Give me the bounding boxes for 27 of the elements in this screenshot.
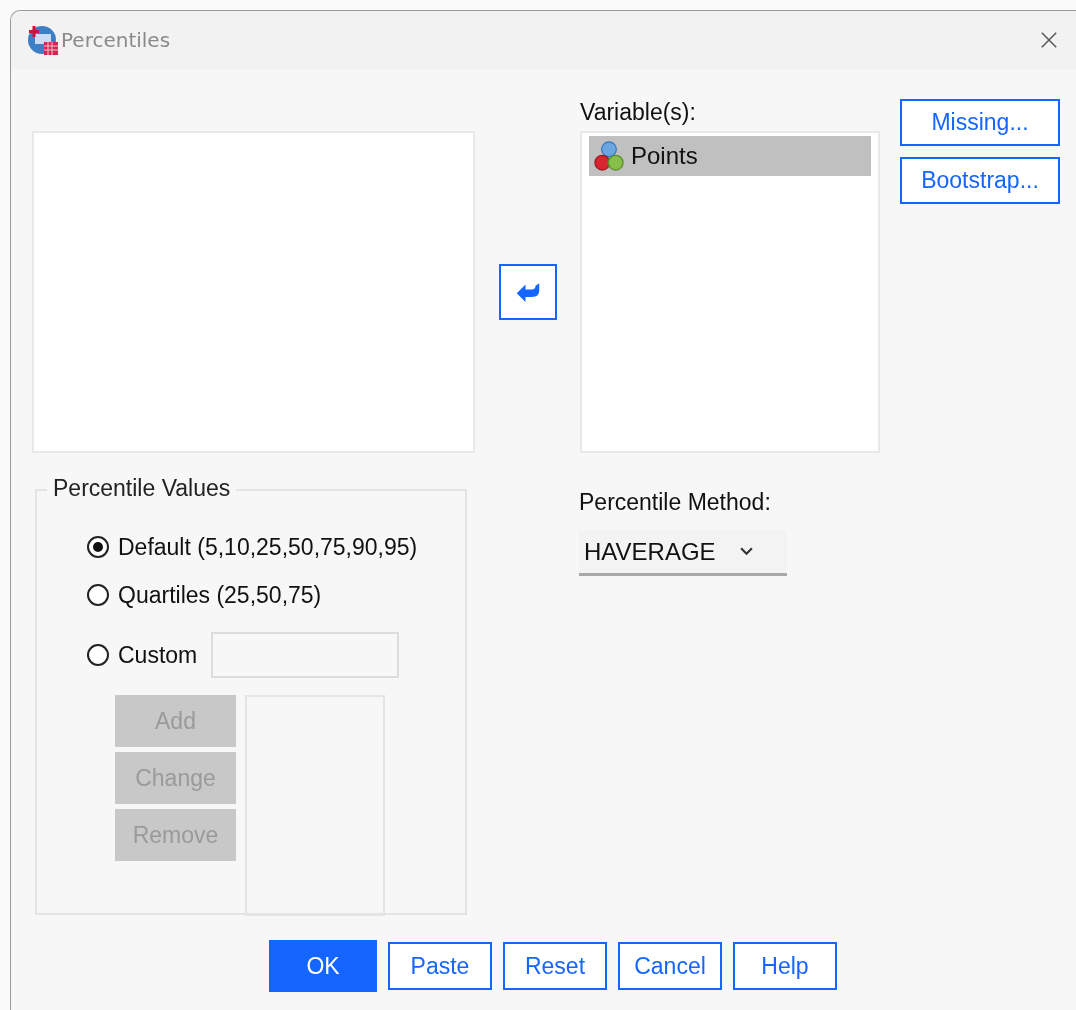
dialog-button[interactable]: Help [733,942,837,990]
caret-icon [739,547,753,556]
method-dropdown[interactable]: HAVERAGE [579,530,787,576]
custom-value-field[interactable] [211,632,400,678]
dialog-button[interactable]: Cancel [618,942,722,990]
move-variable-button[interactable] [499,264,557,320]
close-icon[interactable] [1040,31,1058,49]
method-label: Percentile Method: [579,489,772,517]
variable-item[interactable]: Points [589,136,871,176]
option-label[interactable]: Custom [118,641,198,669]
scale-variable-icon [593,140,625,172]
variables-label: Variable(s): [580,99,697,127]
variables-list[interactable]: Points [580,131,880,453]
radio-button[interactable] [87,644,109,666]
app-icon [27,24,59,56]
dialog-button[interactable]: Paste [388,942,492,990]
variable-name: Points [631,142,698,170]
dialog-button[interactable]: Missing... [900,99,1060,146]
radio-dot-icon [93,542,103,552]
radio-button[interactable] [87,584,109,606]
dialog-button[interactable]: Bootstrap... [900,157,1060,204]
radio-button[interactable] [87,536,109,558]
option-label[interactable]: Quartiles (25,50,75) [118,581,322,609]
dialog-button[interactable]: Reset [503,942,607,990]
dialog-button[interactable]: OK [269,940,377,992]
window-title: Percentiles [61,28,172,52]
option-label[interactable]: Default (5,10,25,50,75,90,95) [118,533,418,561]
